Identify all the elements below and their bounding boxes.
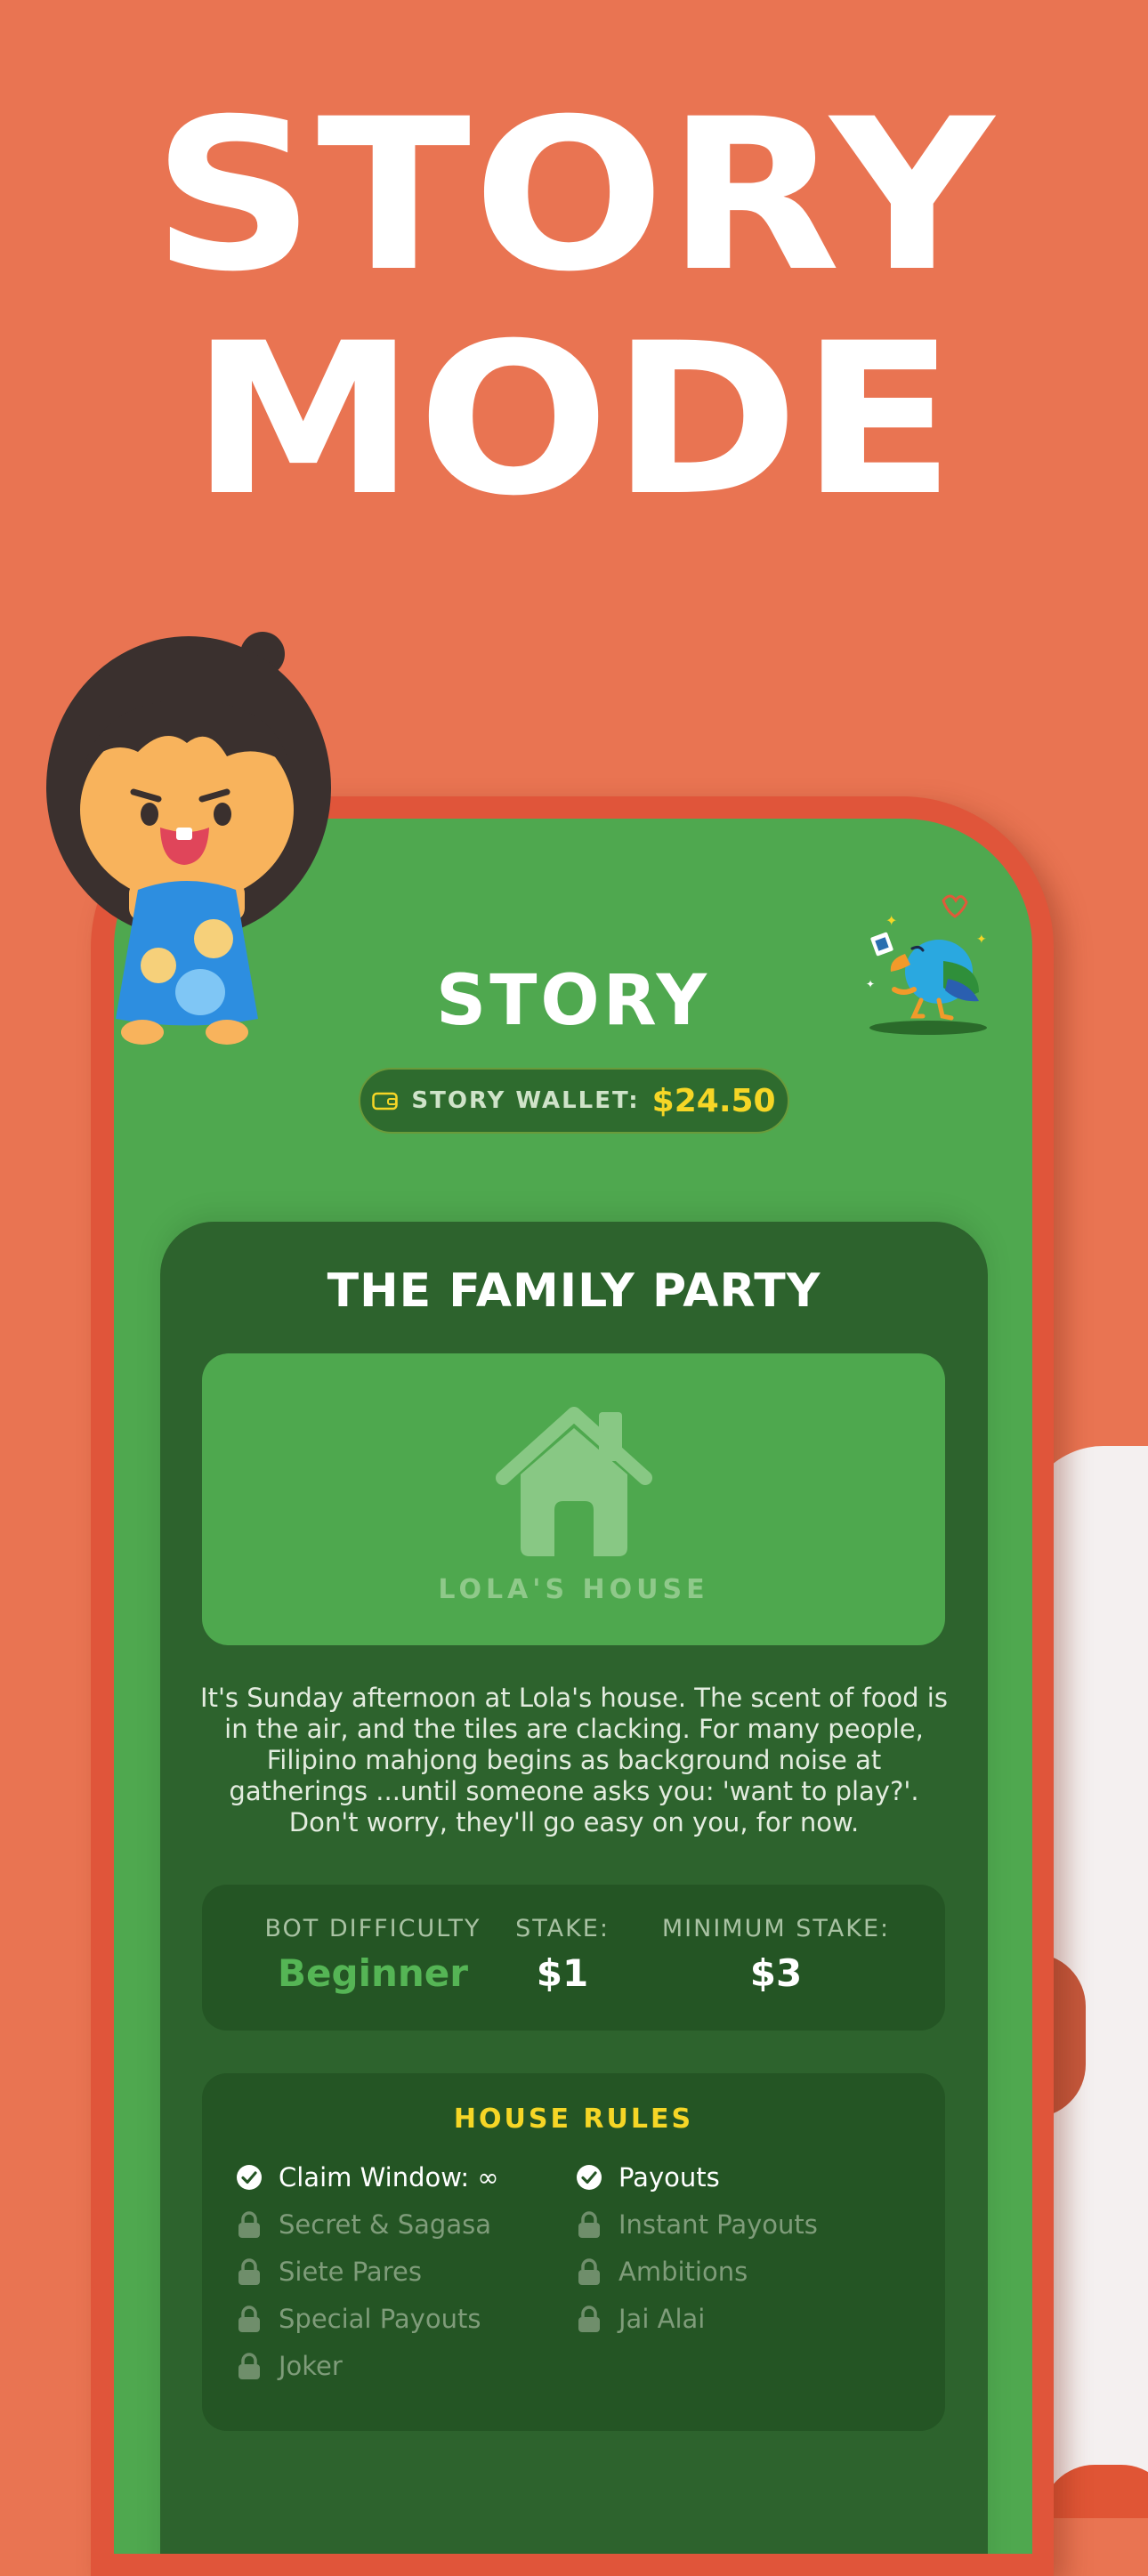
stat-value: $1 bbox=[536, 1951, 589, 1995]
rule-label: Joker bbox=[279, 2351, 343, 2381]
location-banner: LOLA'S HOUSE bbox=[202, 1353, 945, 1645]
story-chapter-title: THE FAMILY PARTY bbox=[327, 1264, 821, 1318]
svg-text:✦: ✦ bbox=[885, 912, 897, 929]
lock-icon bbox=[238, 2211, 260, 2238]
rule-joker: Joker bbox=[236, 2351, 343, 2381]
check-circle-icon bbox=[237, 2165, 262, 2190]
promo-headline: STORY MODE bbox=[0, 85, 1148, 533]
lock-icon bbox=[578, 2211, 600, 2238]
rule-label: Siete Pares bbox=[279, 2257, 422, 2287]
lock-icon bbox=[238, 2353, 260, 2379]
house-rules-panel: HOUSE RULES Claim Window: ∞ Secret & Sag… bbox=[202, 2073, 945, 2431]
house-rules-title: HOUSE RULES bbox=[453, 2104, 694, 2135]
check-circle-icon bbox=[577, 2165, 602, 2190]
stat-value: $3 bbox=[749, 1951, 803, 1995]
rule-label: Claim Window: ∞ bbox=[279, 2162, 499, 2192]
stat-minimum-stake: MINIMUM STAKE: $3 bbox=[647, 1915, 905, 1995]
wallet-amount: $24.50 bbox=[651, 1082, 776, 1119]
parrot-mascot: ✦ ✦ ✦ bbox=[866, 894, 987, 1035]
rule-payouts: Payouts bbox=[576, 2162, 720, 2192]
wallet-icon bbox=[372, 1092, 399, 1110]
rule-label: Payouts bbox=[618, 2162, 720, 2192]
wallet-label: STORY WALLET: bbox=[411, 1087, 640, 1114]
story-card: THE FAMILY PARTY LOLA'S HOUSE It's Sunda… bbox=[160, 1222, 988, 2554]
rule-instant-payouts: Instant Payouts bbox=[576, 2209, 818, 2240]
rule-ambitions: Ambitions bbox=[576, 2257, 748, 2287]
rule-label: Jai Alai bbox=[618, 2304, 706, 2334]
svg-text:✦: ✦ bbox=[976, 933, 987, 947]
lock-icon bbox=[238, 2305, 260, 2332]
rule-label: Secret & Sagasa bbox=[279, 2209, 491, 2240]
headline-line-1: STORY bbox=[152, 75, 996, 318]
rule-secret-sagasa: Secret & Sagasa bbox=[236, 2209, 491, 2240]
story-wallet-badge[interactable]: STORY WALLET: $24.50 bbox=[359, 1068, 789, 1134]
lock-icon bbox=[578, 2258, 600, 2285]
rule-label: Ambitions bbox=[618, 2257, 748, 2287]
headline-line-2: MODE bbox=[190, 299, 958, 542]
svg-text:✦: ✦ bbox=[866, 978, 875, 990]
rule-jai-alai: Jai Alai bbox=[576, 2304, 705, 2334]
girl-mascot bbox=[46, 632, 331, 1045]
stat-stake: STAKE: $1 bbox=[500, 1915, 625, 1995]
stat-value: Beginner bbox=[278, 1951, 468, 1995]
rule-claim-window: Claim Window: ∞ bbox=[236, 2162, 499, 2192]
rule-siete-pares: Siete Pares bbox=[236, 2257, 422, 2287]
location-label: LOLA'S HOUSE bbox=[438, 1574, 709, 1605]
house-icon bbox=[496, 1407, 652, 1556]
phone-screen: STORY STORY WALLET: $24.50 THE FAMILY PA… bbox=[114, 819, 1032, 2554]
stat-label: STAKE: bbox=[515, 1915, 610, 1942]
lock-icon bbox=[238, 2258, 260, 2285]
stat-label: BOT DIFFICULTY bbox=[264, 1915, 481, 1942]
stat-bot-difficulty: BOT DIFFICULTY Beginner bbox=[248, 1915, 497, 1995]
rule-label: Instant Payouts bbox=[618, 2209, 818, 2240]
story-description: It's Sunday afternoon at Lola's house. T… bbox=[200, 1683, 948, 1837]
stat-label: MINIMUM STAKE: bbox=[661, 1915, 891, 1942]
rule-special-payouts: Special Payouts bbox=[236, 2304, 481, 2334]
game-settings-panel: BOT DIFFICULTY Beginner STAKE: $1 MINIMU… bbox=[202, 1885, 945, 2031]
rule-label: Special Payouts bbox=[279, 2304, 481, 2334]
lock-icon bbox=[578, 2305, 600, 2332]
